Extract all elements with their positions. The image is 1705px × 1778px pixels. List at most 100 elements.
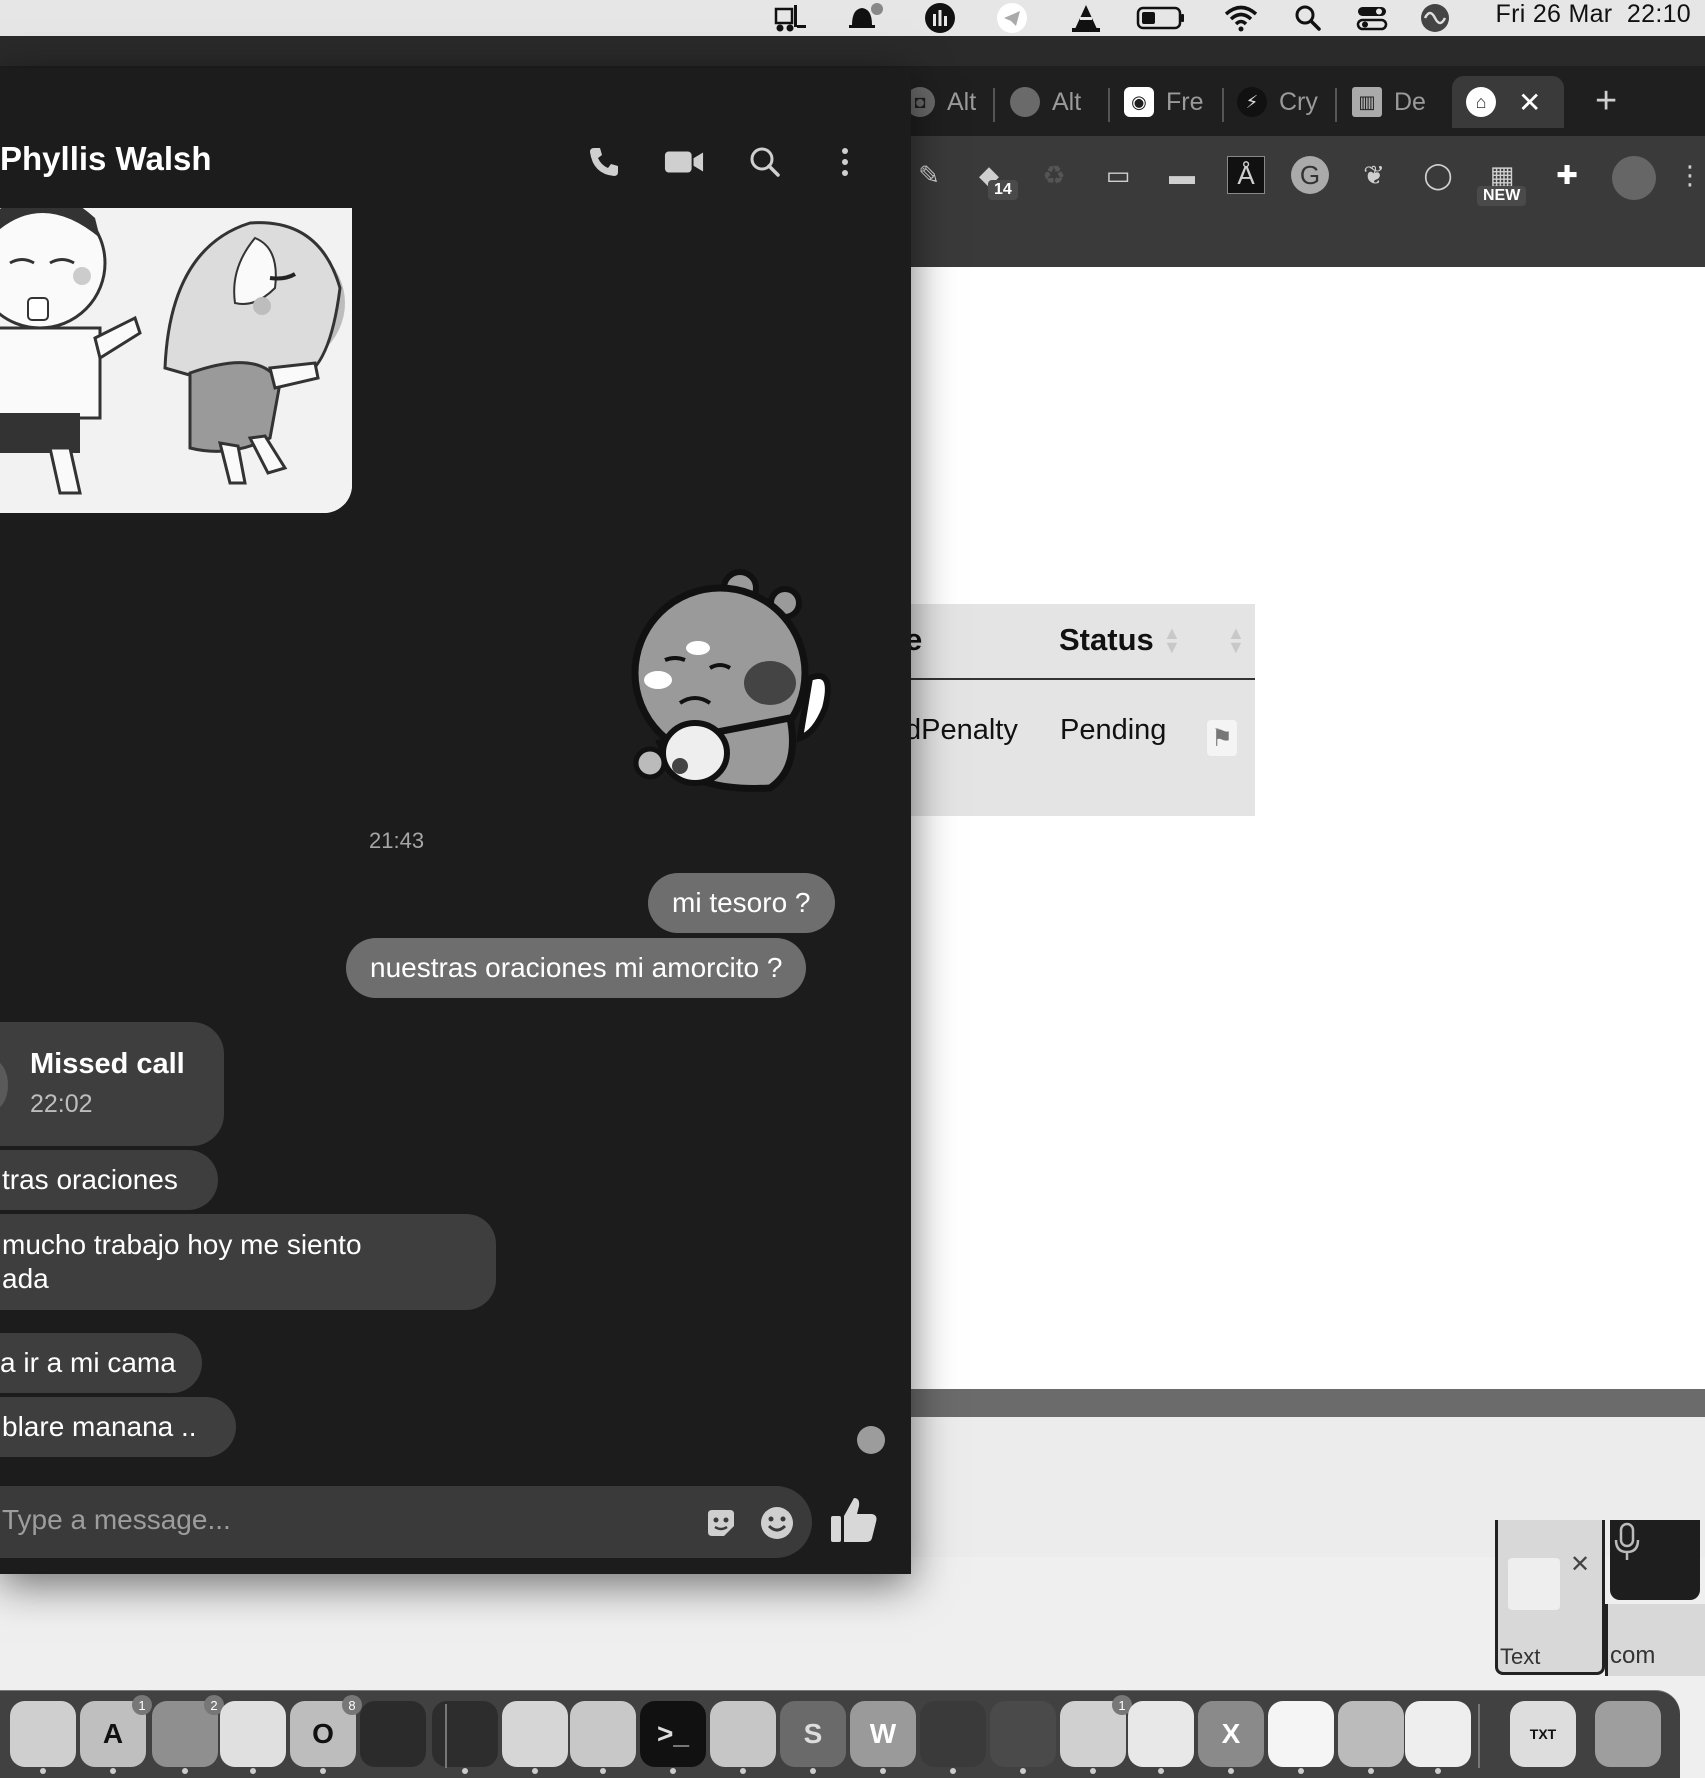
app-store-icon[interactable]: A1 <box>80 1695 152 1767</box>
dock-glyph: >_ <box>657 1718 689 1749</box>
seen-avatar <box>857 1426 885 1454</box>
more-options-icon[interactable] <box>825 142 865 182</box>
blank-document-icon[interactable] <box>1268 1701 1334 1767</box>
tab-close-button[interactable]: ✕ <box>1518 86 1541 119</box>
sublime-text-icon[interactable]: S <box>780 1701 846 1767</box>
whatsapp-icon[interactable] <box>502 1701 568 1767</box>
record-extension-icon[interactable]: ◯ <box>1419 156 1457 194</box>
tab-de[interactable]: ▥ De <box>1352 76 1440 128</box>
dock-badge: 8 <box>342 1695 362 1715</box>
puzzle-extensions-icon[interactable]: ✚ <box>1548 156 1586 194</box>
phone-call-icon[interactable] <box>584 142 624 182</box>
font-a-extension-icon[interactable]: Å <box>1227 156 1265 194</box>
grammarly-extension-icon[interactable]: G <box>1291 156 1329 194</box>
new-tab-button[interactable]: + <box>1595 80 1617 123</box>
close-icon[interactable]: ✕ <box>1570 1550 1590 1579</box>
pen-extension-icon[interactable]: ✎ <box>910 156 948 194</box>
text-widget[interactable]: ✕ Text <box>1495 1520 1605 1675</box>
layers-extension-icon[interactable]: ◆ 14 <box>970 156 1018 200</box>
microphone-icon[interactable] <box>1612 1522 1642 1570</box>
video-call-icon[interactable] <box>664 142 704 182</box>
vlc-cone-icon[interactable] <box>1066 3 1106 33</box>
incoming-sticker[interactable] <box>0 208 352 513</box>
outgoing-sticker[interactable] <box>620 568 835 793</box>
menu-bar-clock[interactable]: Fri 26 Mar 22:10 <box>1496 0 1691 30</box>
browser-menu-icon[interactable]: ⋮ <box>1677 156 1703 194</box>
forklift-icon[interactable] <box>770 3 810 33</box>
system-preferences-icon[interactable]: 2 <box>152 1695 224 1767</box>
museum-icon: ⌂ <box>1466 87 1496 117</box>
missed-call-title: Missed call <box>30 1048 185 1080</box>
sort-icon[interactable]: ▲ ▼ <box>1227 624 1245 656</box>
incoming-message[interactable]: mucho trabajo hoy me siento ada <box>0 1214 496 1310</box>
com-widget-label: com <box>1610 1642 1656 1669</box>
tab-cry[interactable]: ⚡ Cry <box>1237 76 1337 128</box>
running-indicator <box>1435 1768 1441 1774</box>
outgoing-message[interactable]: nuestras oraciones mi amorcito ? <box>346 938 807 998</box>
running-indicator <box>462 1768 468 1774</box>
running-indicator <box>250 1768 256 1774</box>
trash-icon[interactable] <box>1595 1701 1661 1767</box>
message-input[interactable] <box>2 1504 682 1536</box>
missed-call-card[interactable]: Missed call 22:02 <box>0 1022 224 1146</box>
textedit-icon[interactable] <box>1405 1701 1471 1767</box>
siri-icon[interactable] <box>1418 3 1452 33</box>
printer-extension-icon[interactable]: ▭ <box>1099 156 1137 194</box>
incoming-message[interactable]: a ir a mi cama <box>0 1333 202 1393</box>
terminal-icon[interactable]: >_ <box>640 1701 706 1767</box>
analytics-extension-icon[interactable]: ▬ <box>1163 156 1201 194</box>
running-indicator <box>1020 1768 1026 1774</box>
messenger-icon[interactable]: 1 <box>1060 1695 1132 1767</box>
sticker-icon[interactable] <box>702 1504 740 1542</box>
telegram-icon[interactable] <box>710 1701 776 1767</box>
txt-file-icon[interactable]: TXT <box>1510 1701 1576 1767</box>
dock-glyph: W <box>869 1718 897 1749</box>
vlc-icon[interactable] <box>920 1701 986 1767</box>
outlook-icon[interactable]: O8 <box>290 1695 362 1767</box>
extension-badge: NEW <box>1477 186 1527 206</box>
incoming-message[interactable]: tras oraciones <box>0 1150 218 1210</box>
running-indicator <box>950 1768 956 1774</box>
table-cell-status: Pending <box>1060 714 1167 746</box>
podcasts-icon[interactable] <box>10 1701 76 1767</box>
dock-glyph: S <box>803 1718 823 1749</box>
notification-bell-icon[interactable] <box>845 3 885 33</box>
control-center-icon[interactable] <box>1354 3 1390 33</box>
tab-fre[interactable]: ◉ Fre <box>1124 76 1224 128</box>
tab-label: De <box>1394 87 1426 116</box>
disk-utility-icon[interactable] <box>1338 1701 1404 1767</box>
battery-icon[interactable] <box>1135 3 1187 33</box>
activity-monitor-icon[interactable] <box>432 1701 498 1767</box>
search-icon[interactable] <box>745 142 785 182</box>
recycle-extension-icon[interactable]: ♻ <box>1035 156 1073 194</box>
com-widget[interactable]: com <box>1605 1604 1705 1676</box>
tab-active[interactable]: ⌂ ✕ <box>1452 76 1564 128</box>
telegram-icon[interactable] <box>994 3 1030 33</box>
thumbs-up-icon[interactable] <box>826 1492 882 1548</box>
tab-alt-1[interactable]: ◘ Alt <box>905 76 1000 128</box>
forklift-icon[interactable] <box>570 1701 636 1767</box>
tab-alt-2[interactable]: Alt <box>1010 76 1110 128</box>
profile-avatar-icon[interactable] <box>1612 156 1656 200</box>
wifi-icon[interactable] <box>1222 3 1260 33</box>
sort-icon[interactable]: ▲ ▼ <box>1163 624 1181 656</box>
istat-menus-icon[interactable] <box>922 3 958 33</box>
evernote-extension-icon[interactable]: ❦ <box>1355 156 1393 194</box>
emoji-icon[interactable] <box>758 1504 796 1542</box>
spotlight-search-icon[interactable] <box>1292 3 1324 33</box>
excel-icon[interactable]: X <box>1198 1701 1264 1767</box>
word-icon[interactable]: W <box>850 1701 916 1767</box>
chrome-icon[interactable] <box>220 1701 286 1767</box>
incoming-message[interactable]: blare manana .. <box>0 1397 236 1457</box>
spider-app-icon[interactable] <box>990 1701 1056 1767</box>
message-composer <box>0 1486 812 1558</box>
flag-icon[interactable]: ⚑ <box>1207 720 1237 756</box>
extension-badge: 14 <box>988 180 1018 200</box>
outgoing-message[interactable]: mi tesoro ? <box>648 873 835 933</box>
new-extension-icon[interactable]: ▦ NEW <box>1477 156 1527 206</box>
opera-icon[interactable] <box>360 1701 426 1767</box>
status-column-header[interactable]: Status <box>1059 622 1154 658</box>
screenshot-app-icon[interactable] <box>1128 1701 1194 1767</box>
contact-name[interactable]: Phyllis Walsh <box>0 140 212 178</box>
table-header-row: e Status ▲ ▼ ▲ ▼ <box>905 604 1255 680</box>
